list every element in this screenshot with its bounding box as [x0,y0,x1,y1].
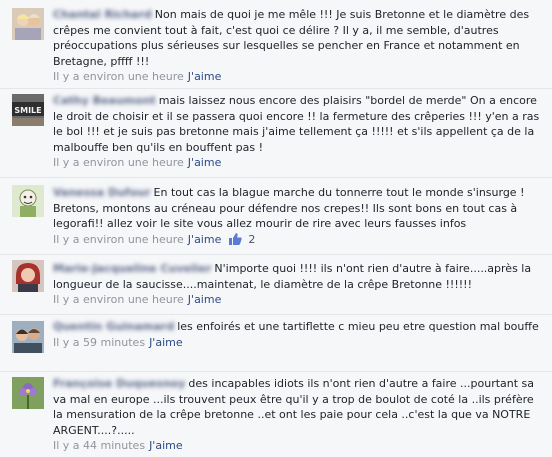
comment-body: Cathy Beaumont mais laissez nous encore d… [53,93,544,171]
comment-meta: Il y a environ une heure J'aime [53,155,544,171]
like-button[interactable]: J'aime [188,70,222,83]
comment-author[interactable]: Quentin Guinamard [53,319,174,335]
comment-body: Françoise Duquesnoy des incapables idiots… [53,376,544,454]
comment-timestamp[interactable]: Il y a environ une heure [53,156,184,169]
comment-author[interactable]: Vanessa Dufour [53,185,151,201]
like-button[interactable]: J'aime [188,293,222,306]
comment-meta: Il y a environ une heure J'aime [53,292,544,308]
comment-meta: Il y a environ une heure J'aime 2 [53,232,544,248]
comment-item: Chantal Richard Non mais de quoi je me mê… [0,0,552,89]
comment-item: Françoise Duquesnoy des incapables idiots… [0,373,552,457]
smile-sign-photo-icon: SMILE [12,94,44,126]
comment-author[interactable]: Françoise Duquesnoy [53,376,185,392]
comment-timestamp[interactable]: Il y a environ une heure [53,70,184,83]
woman-photo-icon [12,260,44,292]
comment-item: Marie-Jacqueline Cuvelier N'importe quoi … [0,256,552,315]
comment-text: les enfoirés et une tartiflette c mieu p… [177,320,539,333]
flower-photo-icon [12,377,44,409]
comment-timestamp[interactable]: Il y a 44 minutes [53,439,145,452]
comment-meta: Il y a environ une heure J'aime [53,69,544,85]
like-thumb-icon [229,232,243,245]
comment-timestamp[interactable]: Il y a environ une heure [53,233,184,246]
avatar[interactable] [12,185,44,217]
comment-meta: Il y a 59 minutes J'aime [53,335,544,351]
two-people-photo-icon [12,8,44,40]
avatar[interactable] [12,377,44,409]
comment-timestamp[interactable]: Il y a environ une heure [53,293,184,306]
comment-body: Vanessa Dufour En tout cas la blague marc… [53,185,544,247]
cartoon-character-icon [12,185,44,217]
comment-meta: Il y a 44 minutes J'aime [53,438,544,454]
comment-author[interactable]: Cathy Beaumont [53,93,156,109]
comment-item: Quentin Guinamard les enfoirés et une tar… [0,316,552,372]
comment-item: SMILE Cathy Beaumont mais laissez nous en… [0,90,552,178]
like-count[interactable]: 2 [248,233,255,246]
svg-text:SMILE: SMILE [14,106,41,115]
couple-photo-icon [12,321,44,353]
like-button[interactable]: J'aime [188,156,222,169]
comment-timestamp[interactable]: Il y a 59 minutes [53,336,145,349]
avatar[interactable] [12,321,44,353]
avatar[interactable] [12,260,44,292]
comment-author[interactable]: Chantal Richard [53,7,152,23]
comment-item: Vanessa Dufour En tout cas la blague marc… [0,179,552,255]
avatar[interactable]: SMILE [12,94,44,126]
comment-body: Quentin Guinamard les enfoirés et une tar… [53,319,544,350]
like-button[interactable]: J'aime [149,336,183,349]
comments-list: Chantal Richard Non mais de quoi je me mê… [0,0,552,457]
comment-body: Chantal Richard Non mais de quoi je me mê… [53,7,544,85]
comment-author[interactable]: Marie-Jacqueline Cuvelier [53,261,211,277]
like-button[interactable]: J'aime [149,439,183,452]
like-button[interactable]: J'aime [188,233,222,246]
comment-body: Marie-Jacqueline Cuvelier N'importe quoi … [53,261,544,308]
avatar[interactable] [12,8,44,40]
